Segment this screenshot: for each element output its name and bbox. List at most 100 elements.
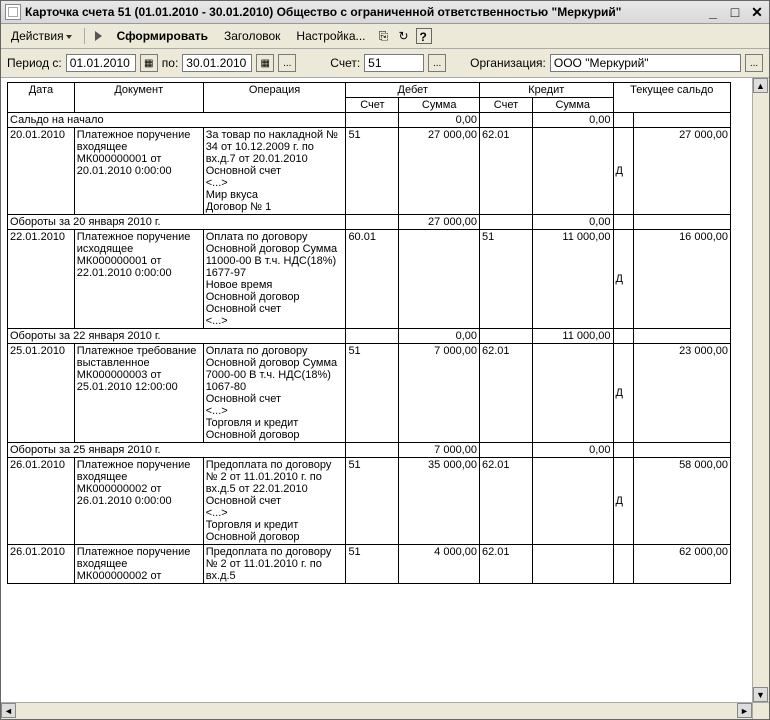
subtotal-credit-sum: 0,00 — [532, 443, 613, 458]
scroll-corner — [752, 702, 769, 719]
subtotal-debit-sum: 0,00 — [399, 329, 480, 344]
cell — [613, 215, 634, 230]
table-row: 26.01.2010Платежное поручение входящее М… — [8, 458, 731, 545]
col-document: Документ — [74, 83, 203, 113]
cell-document: Платежное поручение исходящее МК00000000… — [74, 230, 203, 329]
window-title: Карточка счета 51 (01.01.2010 - 30.01.20… — [25, 5, 705, 19]
cell-operation: Предоплата по договору № 2 от 11.01.2010… — [203, 545, 346, 584]
col-date: Дата — [8, 83, 75, 113]
cell — [346, 215, 399, 230]
cell — [346, 329, 399, 344]
calendar-from-icon[interactable]: ▦ — [140, 54, 158, 72]
cell-credit-account: 62.01 — [479, 128, 532, 215]
table-row: 20.01.2010Платежное поручение входящее М… — [8, 128, 731, 215]
cell-balance: 16 000,00 — [634, 230, 731, 329]
cell-credit-account: 62.01 — [479, 545, 532, 584]
cell — [479, 215, 532, 230]
subtotal-row: Обороты за 25 января 2010 г.7 000,000,00 — [8, 443, 731, 458]
cell — [634, 443, 731, 458]
opening-label: Сальдо на начало — [8, 113, 346, 128]
subtotal-credit-sum: 0,00 — [532, 215, 613, 230]
scroll-down-icon[interactable]: ▼ — [753, 687, 768, 702]
subtotal-row: Обороты за 22 января 2010 г. 0,00 11 000,0… — [8, 329, 731, 344]
org-picker-button[interactable]: ... — [745, 54, 763, 72]
cell-balance: 27 000,00 — [634, 128, 731, 215]
app-window: Карточка счета 51 (01.01.2010 - 30.01.20… — [0, 0, 770, 720]
period-from-input[interactable] — [66, 54, 136, 72]
header-button[interactable]: Заголовок — [218, 27, 286, 45]
cell-balance: 58 000,00 — [634, 458, 731, 545]
copy-icon[interactable]: ⎘ — [376, 28, 392, 44]
col-credit-account: Счет — [479, 98, 532, 113]
minimize-button[interactable]: _ — [705, 4, 721, 21]
period-to-input[interactable] — [182, 54, 252, 72]
cell-debit-account: 51 — [346, 545, 399, 584]
opening-debit-sum: 0,00 — [399, 113, 480, 128]
cell-balance-flag: Д — [613, 458, 634, 545]
cell-balance-flag: Д — [613, 230, 634, 329]
help-icon[interactable]: ? — [416, 28, 432, 44]
account-input[interactable] — [364, 54, 424, 72]
horizontal-scrollbar[interactable]: ◄ ► — [1, 702, 752, 719]
cell-debit-account: 51 — [346, 458, 399, 545]
refresh-icon[interactable]: ↻ — [396, 28, 412, 44]
col-credit-sum: Сумма — [532, 98, 613, 113]
org-label: Организация: — [470, 56, 546, 70]
cell-credit-sum: 11 000,00 — [532, 230, 613, 329]
period-from-label: Период с: — [7, 56, 62, 70]
close-button[interactable]: ✕ — [749, 4, 765, 21]
table-row: 22.01.2010Платежное поручение исходящее … — [8, 230, 731, 329]
subtotal-debit-sum: 7 000,00 — [399, 443, 480, 458]
calendar-to-icon[interactable]: ▦ — [256, 54, 274, 72]
cell-credit-sum — [532, 458, 613, 545]
account-picker-button[interactable]: ... — [428, 54, 446, 72]
table-header: Дата Документ Операция Дебет Кредит Теку… — [8, 83, 731, 113]
cell-debit-account: 51 — [346, 344, 399, 443]
cell-debit-sum: 7 000,00 — [399, 344, 480, 443]
cell — [613, 443, 634, 458]
play-icon[interactable] — [91, 28, 107, 44]
cell-operation: За товар по накладной № 34 от 10.12.2009… — [203, 128, 346, 215]
report-table: Дата Документ Операция Дебет Кредит Теку… — [7, 82, 731, 584]
cell-date: 20.01.2010 — [8, 128, 75, 215]
cell — [479, 113, 532, 128]
col-balance: Текущее сальдо — [613, 83, 730, 113]
subtotal-credit-sum: 11 000,00 — [532, 329, 613, 344]
org-input[interactable] — [550, 54, 741, 72]
cell-balance-flag: Д — [613, 344, 634, 443]
settings-button[interactable]: Настройка... — [290, 27, 371, 45]
scroll-left-icon[interactable]: ◄ — [1, 703, 16, 718]
run-button[interactable]: Сформировать — [111, 27, 214, 45]
period-picker-button[interactable]: ... — [278, 54, 296, 72]
opening-balance-row: Сальдо на начало 0,00 0,00 — [8, 113, 731, 128]
report-area: Дата Документ Операция Дебет Кредит Теку… — [1, 78, 769, 702]
cell-balance-flag — [613, 545, 634, 584]
subtotal-label: Обороты за 22 января 2010 г. — [8, 329, 346, 344]
cell — [479, 443, 532, 458]
period-to-label: по: — [162, 56, 179, 70]
cell — [634, 113, 731, 128]
cell-date: 22.01.2010 — [8, 230, 75, 329]
vertical-scrollbar[interactable]: ▲ ▼ — [752, 78, 769, 702]
cell-balance: 62 000,00 — [634, 545, 731, 584]
scroll-right-icon[interactable]: ► — [737, 703, 752, 718]
cell-debit-sum — [399, 230, 480, 329]
scroll-up-icon[interactable]: ▲ — [753, 78, 768, 93]
cell-credit-sum — [532, 344, 613, 443]
cell — [613, 329, 634, 344]
opening-credit-sum: 0,00 — [532, 113, 613, 128]
cell-debit-account: 51 — [346, 128, 399, 215]
cell-document: Платежное поручение входящее МК000000001… — [74, 128, 203, 215]
cell — [346, 113, 399, 128]
cell-document: Платежное требование выставленное МК0000… — [74, 344, 203, 443]
maximize-button[interactable]: □ — [727, 4, 743, 21]
cell — [634, 329, 731, 344]
table-row: 26.01.2010Платежное поручение входящее М… — [8, 545, 731, 584]
subtotal-label: Обороты за 20 января 2010 г. — [8, 215, 346, 230]
cell — [479, 329, 532, 344]
col-debit-sum: Сумма — [399, 98, 480, 113]
actions-menu[interactable]: Действия — [5, 27, 78, 45]
report-scroll[interactable]: Дата Документ Операция Дебет Кредит Теку… — [1, 78, 752, 702]
cell-operation: Предоплата по договору № 2 от 11.01.2010… — [203, 458, 346, 545]
cell-date: 25.01.2010 — [8, 344, 75, 443]
